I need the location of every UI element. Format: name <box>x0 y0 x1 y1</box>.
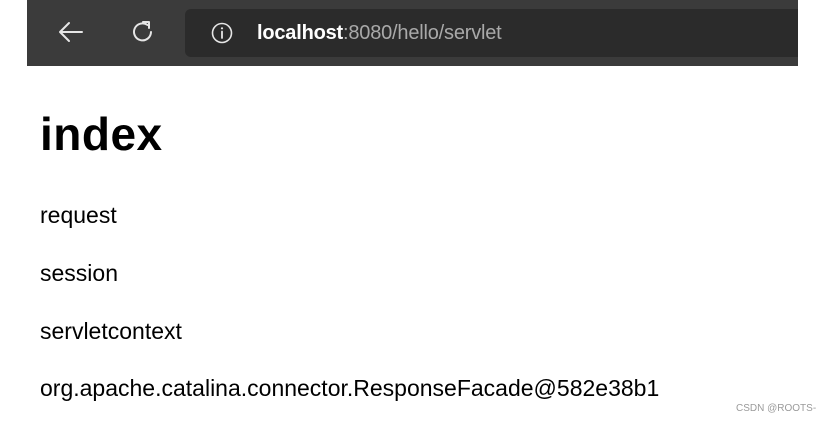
text-line-request: request <box>40 202 117 228</box>
url-path: :8080/hello/servlet <box>343 21 502 44</box>
page-title: index <box>40 108 163 160</box>
arrow-left-icon <box>59 22 83 42</box>
url-host: localhost <box>257 21 343 44</box>
info-icon[interactable] <box>211 22 233 44</box>
back-button[interactable] <box>53 14 89 50</box>
browser-toolbar: localhost:8080/hello/servlet <box>27 0 798 66</box>
watermark: CSDN @ROOTS- <box>736 403 817 414</box>
text-line-servletcontext: servletcontext <box>40 318 182 344</box>
text-line-response-facade: org.apache.catalina.connector.ResponseFa… <box>40 375 660 401</box>
address-bar[interactable]: localhost:8080/hello/servlet <box>185 9 798 57</box>
text-line-session: session <box>40 260 118 286</box>
url-text[interactable]: localhost:8080/hello/servlet <box>257 22 502 45</box>
reload-button[interactable] <box>125 14 161 50</box>
browser-window: localhost:8080/hello/servlet index reque… <box>0 0 832 423</box>
reload-icon <box>133 21 152 42</box>
